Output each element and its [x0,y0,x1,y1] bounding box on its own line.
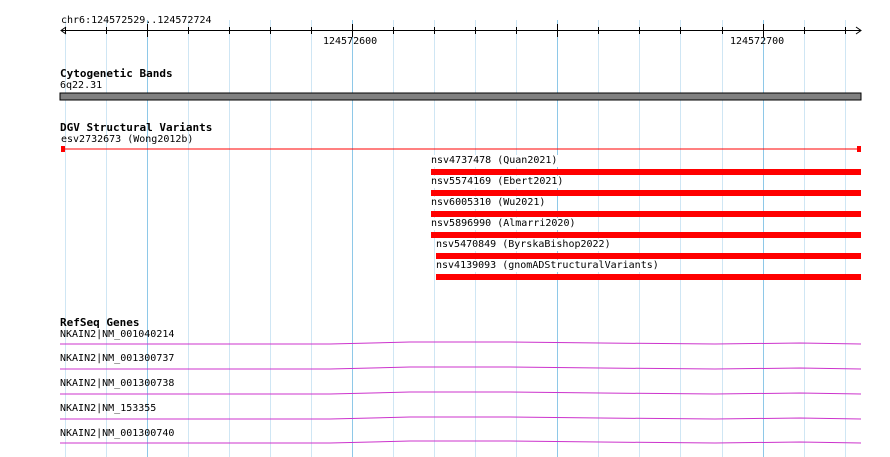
variant-label[interactable]: nsv5470849 (ByrskaBishop2022) [436,239,612,251]
variant-label[interactable]: nsv5574169 (Ebert2021) [431,176,565,188]
variant-bar [436,274,861,280]
transcript-line [60,416,862,420]
variant-label[interactable]: nsv6005310 (Wu2021) [431,197,547,209]
variant-label[interactable]: nsv4737478 (Quan2021) [431,155,559,167]
region-label: chr6:124572529..124572724 [61,15,212,26]
cytoband-bar [59,92,862,101]
transcript-label[interactable]: NKAIN2|NM_001300737 [60,353,174,365]
variant-label[interactable]: nsv4139093 (gnomADStructuralVariants) [436,260,660,272]
variant-label[interactable]: esv2732673 (Wong2012b) [61,134,193,146]
transcript-line [60,391,862,395]
transcript-line [60,366,862,370]
cytoband-label: 6q22.31 [60,80,103,91]
ruler-tick-label-2: 124572700 [730,36,785,47]
transcript-label[interactable]: NKAIN2|NM_001300740 [60,428,174,440]
track-title-cytoband: Cytogenetic Bands [60,67,173,80]
transcript-line [60,341,862,345]
variant-bar [431,169,861,175]
track-title-refseq: RefSeq Genes [60,316,140,329]
transcript-label[interactable]: NKAIN2|NM_001040214 [60,329,174,341]
ruler-tick-label-1: 124572600 [323,36,378,47]
genome-browser-view[interactable]: chr6:124572529..124572724 124572600 1245… [0,0,890,457]
variant-endcap [61,146,65,152]
variant-bar [436,253,861,259]
transcript-line [60,440,862,444]
variant-endcap [857,146,861,152]
variant-label[interactable]: nsv5896990 (Almarri2020) [431,218,577,230]
track-title-dgv: DGV Structural Variants [60,121,213,134]
variant-bar [431,190,861,196]
transcript-label[interactable]: NKAIN2|NM_153355 [60,403,156,415]
variant-bar [431,211,861,217]
variant-bar [431,232,861,238]
transcript-label[interactable]: NKAIN2|NM_001300738 [60,378,174,390]
